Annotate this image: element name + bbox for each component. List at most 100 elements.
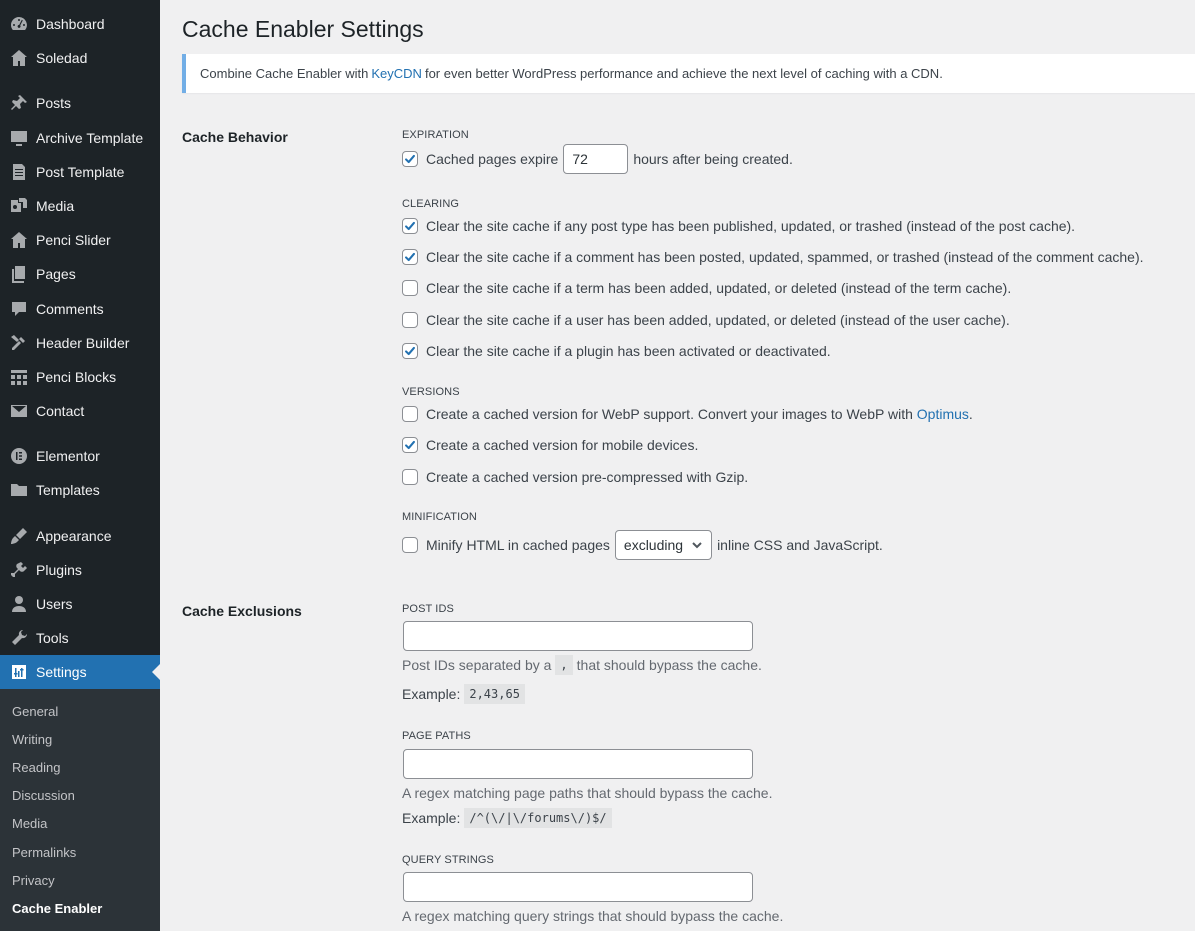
menu-item-penci-blocks[interactable]: Penci Blocks	[0, 360, 160, 394]
submenu-writing[interactable]: Writing	[12, 732, 52, 747]
elementor-icon	[0, 446, 36, 466]
submenu-privacy[interactable]: Privacy	[12, 873, 55, 888]
menu-label: Post Template	[36, 164, 125, 180]
versions-option-mobile: Create a cached version for mobile devic…	[402, 437, 698, 453]
versions-webp-checkbox[interactable]	[402, 406, 418, 422]
versions-mobile-checkbox[interactable]	[402, 437, 418, 453]
menu-item-post-template[interactable]: Post Template	[0, 155, 160, 189]
page-paths-description: A regex matching page paths that should …	[402, 785, 773, 801]
menu-label: Settings	[36, 664, 87, 680]
settings-submenu: General Writing Reading Discussion Media…	[0, 689, 160, 931]
menu-label: Posts	[36, 95, 72, 111]
menu-item-posts[interactable]: Posts	[0, 86, 160, 120]
settings-icon	[0, 662, 36, 682]
option-text: Clear the site cache if a user has been …	[426, 312, 1010, 328]
dashboard-icon	[0, 14, 36, 34]
submenu-general[interactable]: General	[12, 704, 58, 719]
clearing-option-term: Clear the site cache if a term has been …	[402, 280, 1011, 296]
cache-behavior-heading: Cache Behavior	[182, 129, 288, 145]
pin-icon	[0, 93, 36, 113]
menu-label: Plugins	[36, 562, 82, 578]
clearing-option-user: Clear the site cache if a user has been …	[402, 312, 1010, 328]
cache-exclusions-heading: Cache Exclusions	[182, 603, 302, 619]
menu-label: Tools	[36, 630, 69, 646]
page-paths-input[interactable]	[403, 749, 753, 779]
menu-item-penci-slider[interactable]: Penci Slider	[0, 223, 160, 257]
post-ids-input[interactable]	[403, 621, 753, 651]
menu-item-plugins[interactable]: Plugins	[0, 553, 160, 587]
clearing-term-checkbox[interactable]	[402, 280, 418, 296]
clearing-plugin-checkbox[interactable]	[402, 343, 418, 359]
expiration-checkbox[interactable]	[402, 151, 418, 167]
keycdn-link[interactable]: KeyCDN	[371, 66, 422, 81]
example-label: Example:	[402, 686, 461, 702]
submenu-media[interactable]: Media	[12, 816, 47, 831]
menu-item-contact[interactable]: Contact	[0, 394, 160, 428]
menu-item-soledad[interactable]: Soledad	[0, 41, 160, 75]
menu-item-archive-template[interactable]: Archive Template	[0, 121, 160, 155]
query-strings-label: Query Strings	[402, 854, 494, 866]
main-content: Cache Enabler Settings Combine Cache Ena…	[160, 0, 1195, 931]
query-strings-input[interactable]	[403, 872, 753, 902]
menu-item-media[interactable]: Media	[0, 189, 160, 223]
menu-item-tools[interactable]: Tools	[0, 621, 160, 655]
webp-text-before: Create a cached version for WebP support…	[426, 406, 917, 422]
menu-item-elementor[interactable]: Elementor	[0, 439, 160, 473]
menu-item-appearance[interactable]: Appearance	[0, 519, 160, 553]
submenu-cache-enabler[interactable]: Cache Enabler	[12, 901, 102, 916]
menu-item-users[interactable]: Users	[0, 587, 160, 621]
menu-item-pages[interactable]: Pages	[0, 257, 160, 291]
clearing-comment-checkbox[interactable]	[402, 249, 418, 265]
menu-label: Soledad	[36, 50, 88, 66]
separator-code: ,	[555, 655, 573, 675]
notice-text-before: Combine Cache Enabler with	[200, 66, 369, 81]
menu-item-comments[interactable]: Comments	[0, 292, 160, 326]
menu-label: Penci Slider	[36, 232, 111, 248]
optimus-link[interactable]: Optimus	[917, 406, 969, 422]
clearing-option-comment: Clear the site cache if a comment has be…	[402, 249, 1144, 265]
minification-mode-select[interactable]: excluding	[614, 530, 713, 560]
expiration-hours-input[interactable]	[563, 144, 629, 174]
wrench-icon	[0, 628, 36, 648]
clearing-user-checkbox[interactable]	[402, 312, 418, 328]
menu-item-settings[interactable]: Settings	[0, 655, 160, 689]
menu-label: Header Builder	[36, 335, 130, 351]
plug-icon	[0, 560, 36, 580]
home-icon	[0, 230, 36, 250]
menu-item-dashboard[interactable]: Dashboard	[0, 7, 160, 41]
media-icon	[0, 196, 36, 216]
submenu-reading[interactable]: Reading	[12, 760, 60, 775]
folder-icon	[0, 480, 36, 500]
minification-text-before: Minify HTML in cached pages	[426, 537, 610, 553]
menu-item-templates[interactable]: Templates	[0, 473, 160, 507]
post-ids-label: Post IDs	[402, 603, 454, 615]
menu-label: Pages	[36, 266, 76, 282]
option-text: Clear the site cache if a term has been …	[426, 280, 1012, 296]
submenu-permalinks[interactable]: Permalinks	[12, 845, 76, 860]
home-icon	[0, 48, 36, 68]
example-code: 2,43,65	[464, 684, 525, 704]
minification-checkbox[interactable]	[402, 537, 418, 553]
example-code: /^(\/|\/forums\/)$/	[464, 808, 612, 828]
clearing-post-type-checkbox[interactable]	[402, 218, 418, 234]
option-text: Create a cached version for mobile devic…	[426, 437, 699, 453]
menu-label: Elementor	[36, 448, 100, 464]
menu-label: Users	[36, 596, 73, 612]
minification-row: Minify HTML in cached pages excluding in…	[402, 530, 883, 560]
menu-item-header-builder[interactable]: Header Builder	[0, 326, 160, 360]
post-ids-example: Example: 2,43,65	[402, 684, 529, 704]
tools-icon	[0, 333, 36, 353]
select-value: excluding	[623, 537, 684, 553]
menu-label: Comments	[36, 301, 104, 317]
expiration-label: Expiration	[402, 129, 469, 141]
menu-label: Archive Template	[36, 130, 144, 146]
versions-label: Versions	[402, 386, 460, 398]
mail-icon	[0, 401, 36, 421]
versions-gzip-checkbox[interactable]	[402, 469, 418, 485]
page-title: Cache Enabler Settings	[182, 16, 424, 42]
page-paths-label: Page Paths	[402, 730, 471, 742]
clearing-option-plugin: Clear the site cache if a plugin has bee…	[402, 343, 831, 359]
menu-label: Contact	[36, 403, 85, 419]
submenu-discussion[interactable]: Discussion	[12, 788, 75, 803]
desc-after: that should bypass the cache.	[576, 657, 762, 673]
